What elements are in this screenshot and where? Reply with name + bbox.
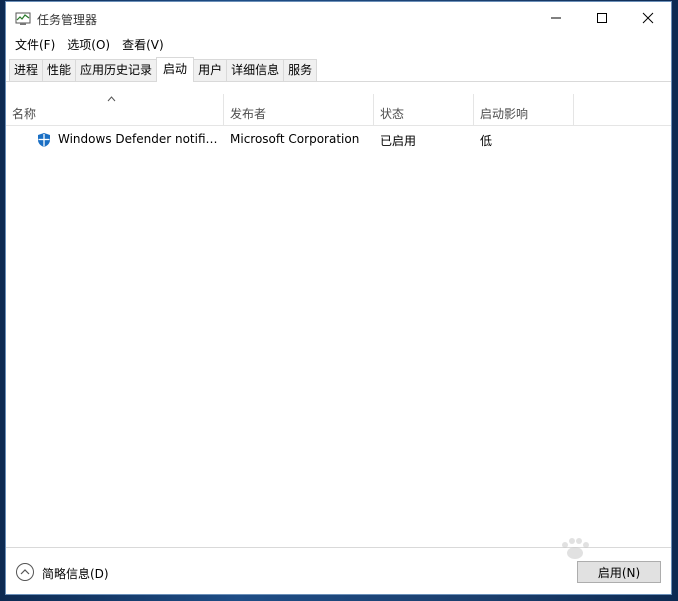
table-row[interactable]: Windows Defender notific... Microsoft Co… — [6, 128, 671, 152]
tab-startup[interactable]: 启动 — [156, 57, 195, 82]
window-title: 任务管理器 — [37, 13, 98, 27]
menu-view[interactable]: 查看(V) — [116, 35, 170, 55]
cell-startup-impact: 低 — [480, 134, 493, 148]
menu-file[interactable]: 文件(F) — [9, 35, 61, 55]
startup-list-view: 名称 发布者 状态 启动影响 Windows Defender notific.… — [6, 82, 671, 548]
task-manager-icon — [15, 12, 31, 25]
maximize-icon — [597, 13, 607, 23]
cell-publisher: Microsoft Corporation — [230, 132, 360, 146]
tab-bar: 进程 性能 应用历史记录 启动 用户 详细信息 服务 — [6, 57, 671, 82]
cell-name: Windows Defender notific... — [58, 132, 222, 146]
tab-performance[interactable]: 性能 — [42, 59, 77, 81]
menu-bar: 文件(F) 选项(O) 查看(V) — [6, 34, 671, 56]
tab-app-history[interactable]: 应用历史记录 — [75, 59, 158, 81]
windows-defender-shield-icon — [38, 133, 50, 147]
cell-status: 已启用 — [380, 134, 417, 148]
close-button[interactable] — [625, 2, 671, 34]
menu-options[interactable]: 选项(O) — [61, 35, 116, 55]
tab-services[interactable]: 服务 — [283, 59, 318, 81]
column-header-startup-impact[interactable]: 启动影响 — [474, 94, 574, 126]
fewer-details-link[interactable]: 简略信息(D) — [42, 565, 109, 582]
tab-processes[interactable]: 进程 — [9, 59, 44, 81]
column-header-name[interactable]: 名称 — [6, 94, 224, 126]
collapse-chevron-up-icon[interactable] — [15, 562, 35, 582]
baidu-watermark-logo — [562, 538, 589, 559]
minimize-button[interactable] — [533, 2, 579, 34]
column-header-publisher[interactable]: 发布者 — [224, 94, 374, 126]
title-bar[interactable]: 任务管理器 — [6, 2, 671, 34]
task-manager-window: 任务管理器 文件(F) 选项(O) 查看(V) 进程 性能 应用历史记录 启动 … — [5, 1, 672, 595]
column-header-row: 名称 发布者 状态 启动影响 — [6, 94, 671, 126]
close-icon — [642, 12, 654, 24]
tab-users[interactable]: 用户 — [193, 59, 228, 81]
minimize-icon — [551, 17, 561, 19]
tab-details[interactable]: 详细信息 — [226, 59, 285, 81]
column-header-status[interactable]: 状态 — [374, 94, 474, 126]
maximize-button[interactable] — [579, 2, 625, 34]
